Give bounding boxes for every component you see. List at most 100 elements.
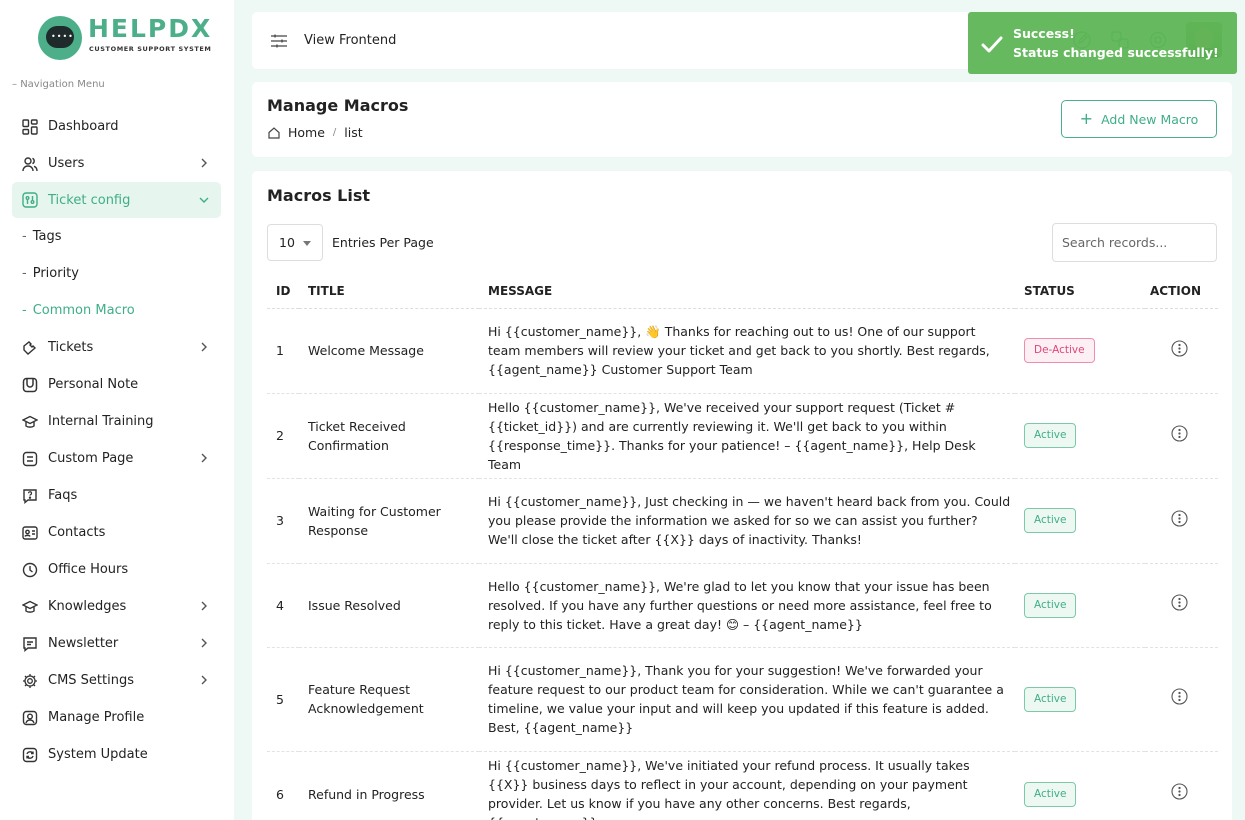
sidebar-item-label: CMS Settings bbox=[48, 673, 134, 688]
status-badge[interactable]: Active bbox=[1024, 781, 1077, 807]
column-header-action: ACTION bbox=[1145, 274, 1218, 309]
sidebar-item-ticket-config[interactable]: Ticket config bbox=[12, 182, 221, 218]
sidebar-item-label: Tickets bbox=[48, 340, 94, 355]
graduation-cap-icon bbox=[21, 413, 39, 431]
sidebar: •••• HELPDX CUSTOMER SUPPORT SYSTEM – Na… bbox=[0, 0, 234, 820]
sidebar-item-newsletter[interactable]: Newsletter bbox=[12, 625, 221, 662]
chevron-right-icon bbox=[201, 158, 207, 168]
table-header-row: ID TITLE MESSAGE STATUS ACTION bbox=[267, 274, 1218, 309]
cell-id: 4 bbox=[267, 563, 299, 648]
table-row: 4 Issue Resolved Hello {{customer_name}}… bbox=[267, 563, 1218, 648]
add-new-macro-label: Add New Macro bbox=[1101, 111, 1199, 127]
sidebar-item-users[interactable]: Users bbox=[12, 145, 221, 182]
cell-message: Hi {{customer_name}}, We've initiated yo… bbox=[479, 751, 1015, 820]
breadcrumb-home[interactable]: Home bbox=[288, 125, 325, 140]
more-info-icon[interactable] bbox=[1171, 688, 1188, 705]
entries-select[interactable]: 10 bbox=[267, 224, 323, 261]
sidebar-item-dashboard[interactable]: Dashboard bbox=[12, 108, 221, 145]
column-header-title[interactable]: TITLE bbox=[299, 274, 479, 309]
toast-title: Success! bbox=[1013, 26, 1075, 41]
entries-per-page: 10 Entries Per Page bbox=[267, 224, 434, 261]
sidebar-subitem-common-macro[interactable]: - Common Macro bbox=[12, 292, 221, 329]
more-info-icon[interactable] bbox=[1171, 509, 1188, 527]
sidebar-item-custom-page[interactable]: Custom Page bbox=[12, 440, 221, 477]
status-badge[interactable]: De-Active bbox=[1024, 338, 1095, 363]
more-info-icon[interactable] bbox=[1171, 339, 1188, 357]
sidebar-item-label: Internal Training bbox=[48, 414, 154, 429]
gear-icon bbox=[21, 672, 39, 690]
more-info-icon[interactable] bbox=[1171, 424, 1188, 442]
checkmark-icon bbox=[981, 36, 1003, 53]
sidebar-item-label: Manage Profile bbox=[48, 710, 145, 725]
sidebar-item-manage-profile[interactable]: Manage Profile bbox=[12, 699, 221, 736]
chevron-right-icon bbox=[201, 638, 207, 648]
macros-list-card: Macros List 10 Entries Per Page ID TITLE… bbox=[252, 171, 1232, 820]
sidebar-item-label: Newsletter bbox=[48, 636, 119, 651]
sidebar-item-label: Contacts bbox=[48, 525, 106, 540]
sidebar-subitem-label: Priority bbox=[32, 266, 79, 281]
sidebar-item-office-hours[interactable]: Office Hours bbox=[12, 551, 221, 588]
more-info-icon[interactable] bbox=[1171, 594, 1188, 611]
sliders-icon[interactable] bbox=[270, 32, 288, 50]
clock-icon bbox=[21, 561, 39, 579]
sidebar-item-knowledges[interactable]: Knowledges bbox=[12, 588, 221, 625]
breadcrumb-current: list bbox=[344, 125, 363, 140]
sidebar-item-contacts[interactable]: Contacts bbox=[12, 514, 221, 551]
status-badge[interactable]: Active bbox=[1024, 423, 1077, 448]
sidebar-item-label: Custom Page bbox=[48, 451, 134, 466]
dashboard-icon bbox=[21, 118, 39, 136]
view-frontend-link[interactable]: View Frontend bbox=[304, 33, 396, 48]
cell-id: 3 bbox=[267, 478, 299, 564]
profile-icon bbox=[21, 709, 39, 727]
sidebar-item-label: Faqs bbox=[48, 488, 78, 503]
sidebar-subitem-tags[interactable]: - Tags bbox=[12, 218, 221, 255]
cell-title: Feature Request Acknowledgement bbox=[299, 647, 479, 752]
brand-logo[interactable]: •••• HELPDX CUSTOMER SUPPORT SYSTEM bbox=[36, 14, 211, 64]
column-header-id[interactable]: ID bbox=[267, 274, 299, 309]
column-header-status[interactable]: STATUS bbox=[1015, 274, 1145, 309]
sidebar-item-internal-training[interactable]: Internal Training bbox=[12, 403, 221, 440]
sidebar-item-system-update[interactable]: System Update bbox=[12, 736, 221, 773]
sidebar-subitem-priority[interactable]: - Priority bbox=[12, 255, 221, 292]
chevron-right-icon bbox=[201, 453, 207, 463]
more-info-icon[interactable] bbox=[1171, 783, 1188, 800]
status-badge[interactable]: Active bbox=[1024, 508, 1077, 533]
cell-id: 5 bbox=[267, 647, 299, 752]
search-input[interactable] bbox=[1052, 223, 1217, 262]
macros-table: ID TITLE MESSAGE STATUS ACTION 1 Welcome… bbox=[267, 274, 1218, 820]
add-new-macro-button[interactable]: + Add New Macro bbox=[1061, 100, 1217, 138]
users-icon bbox=[21, 155, 39, 173]
table-row: 2 Ticket Received Confirmation Hello {{c… bbox=[267, 393, 1218, 479]
ticket-config-icon bbox=[21, 191, 39, 209]
note-icon bbox=[21, 376, 39, 394]
cell-message: Hi {{customer_name}}, 👋 Thanks for reach… bbox=[479, 308, 1015, 394]
cell-title: Issue Resolved bbox=[299, 563, 479, 648]
column-header-message[interactable]: MESSAGE bbox=[479, 274, 1015, 309]
home-icon[interactable] bbox=[267, 126, 281, 140]
cell-title: Waiting for Customer Response bbox=[299, 478, 479, 564]
sidebar-subitem-label: Common Macro bbox=[32, 303, 135, 318]
cell-title: Welcome Message bbox=[299, 308, 479, 394]
cell-message: Hi {{customer_name}}, Just checking in —… bbox=[479, 478, 1015, 564]
sidebar-item-label: Dashboard bbox=[48, 119, 119, 134]
page-icon bbox=[21, 450, 39, 468]
sidebar-item-tickets[interactable]: Tickets bbox=[12, 329, 221, 366]
entries-value: 10 bbox=[279, 235, 295, 250]
success-toast[interactable]: Success! Status changed successfully! bbox=[968, 12, 1237, 74]
newsletter-icon bbox=[21, 635, 39, 653]
sidebar-item-label: Ticket config bbox=[48, 192, 131, 208]
sidebar-item-cms-settings[interactable]: CMS Settings bbox=[12, 662, 221, 699]
chevron-right-icon bbox=[201, 342, 207, 352]
status-badge[interactable]: Active bbox=[1024, 592, 1077, 618]
sidebar-item-personal-note[interactable]: Personal Note bbox=[12, 366, 221, 403]
brand-tagline: CUSTOMER SUPPORT SYSTEM bbox=[89, 45, 212, 53]
cell-id: 6 bbox=[267, 751, 299, 820]
sidebar-item-faqs[interactable]: Faqs bbox=[12, 477, 221, 514]
chevron-right-icon bbox=[201, 675, 207, 685]
chevron-right-icon bbox=[201, 601, 207, 611]
sidebar-subitem-label: Tags bbox=[32, 229, 62, 244]
faq-icon bbox=[21, 487, 39, 505]
table-row: 3 Waiting for Customer Response Hi {{cus… bbox=[267, 478, 1218, 564]
table-row: 1 Welcome Message Hi {{customer_name}}, … bbox=[267, 308, 1218, 394]
status-badge[interactable]: Active bbox=[1024, 686, 1077, 712]
